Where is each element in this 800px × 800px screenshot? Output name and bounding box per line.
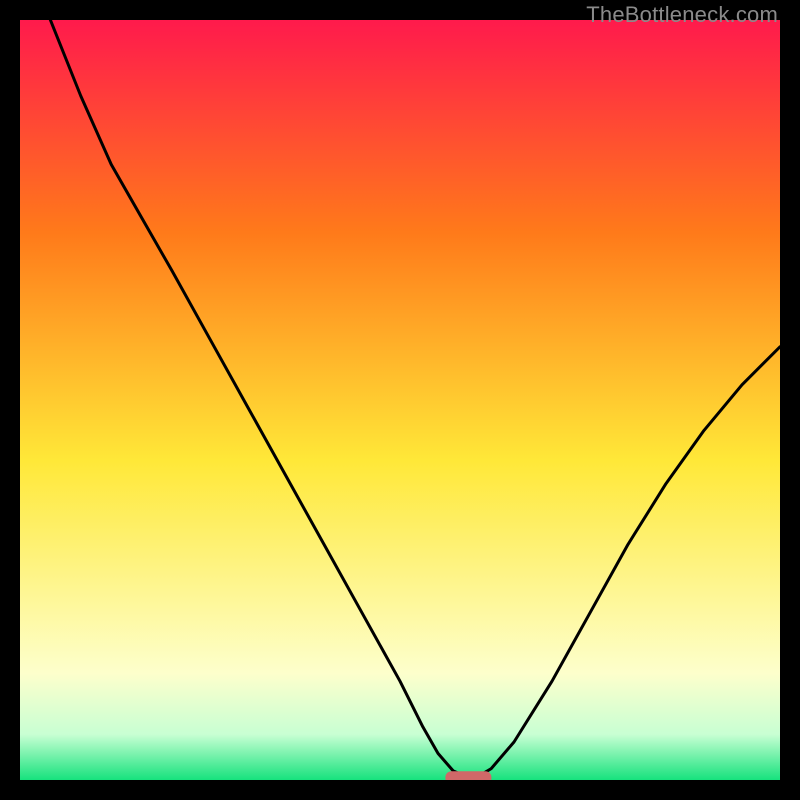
- chart-frame: [20, 20, 780, 780]
- optimal-marker: [445, 771, 491, 780]
- gradient-background: [20, 20, 780, 780]
- bottleneck-chart: [20, 20, 780, 780]
- watermark-text: TheBottleneck.com: [586, 2, 778, 28]
